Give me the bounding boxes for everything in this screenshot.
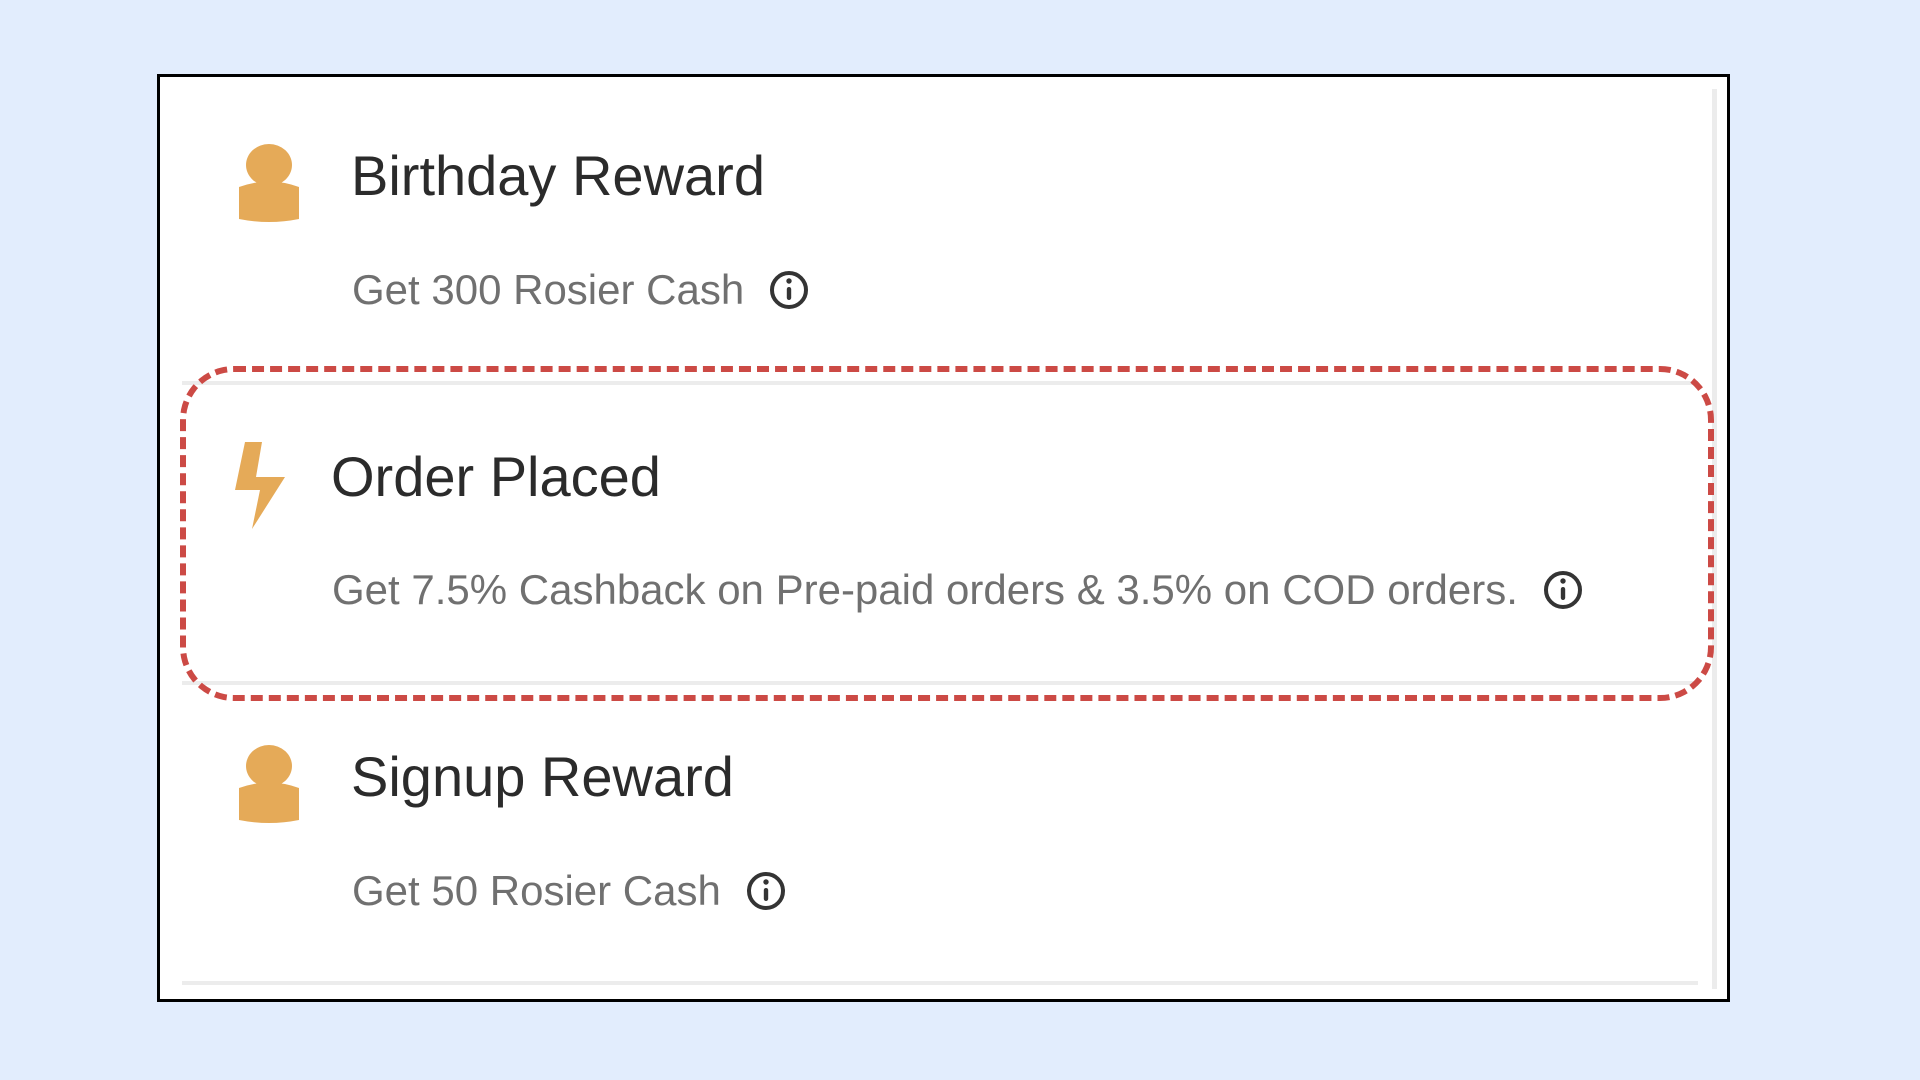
info-icon[interactable] [768, 269, 810, 311]
reward-description-row: Get 300 Rosier Cash [352, 266, 810, 314]
reward-title: Birthday Reward [351, 144, 765, 207]
reward-description: Get 300 Rosier Cash [352, 266, 745, 313]
info-icon[interactable] [745, 870, 787, 912]
rewards-card: Birthday Reward Get 300 Rosier Cash Orde… [157, 74, 1730, 1002]
reward-title: Signup Reward [351, 745, 734, 808]
reward-description: Get 50 Rosier Cash [352, 867, 721, 914]
reward-divider [182, 381, 1698, 385]
reward-divider [182, 681, 1698, 685]
card-right-edge-shadow [1712, 89, 1717, 989]
reward-title: Order Placed [331, 445, 661, 508]
reward-divider [182, 981, 1698, 985]
info-icon[interactable] [1542, 569, 1584, 611]
person-icon [235, 143, 303, 223]
reward-description: Get 7.5% Cashback on Pre-paid orders & 3… [332, 566, 1518, 613]
lightning-icon [235, 442, 289, 529]
reward-description-row: Get 50 Rosier Cash [352, 867, 787, 915]
reward-description-row: Get 7.5% Cashback on Pre-paid orders & 3… [332, 566, 1584, 614]
person-icon [235, 744, 303, 824]
